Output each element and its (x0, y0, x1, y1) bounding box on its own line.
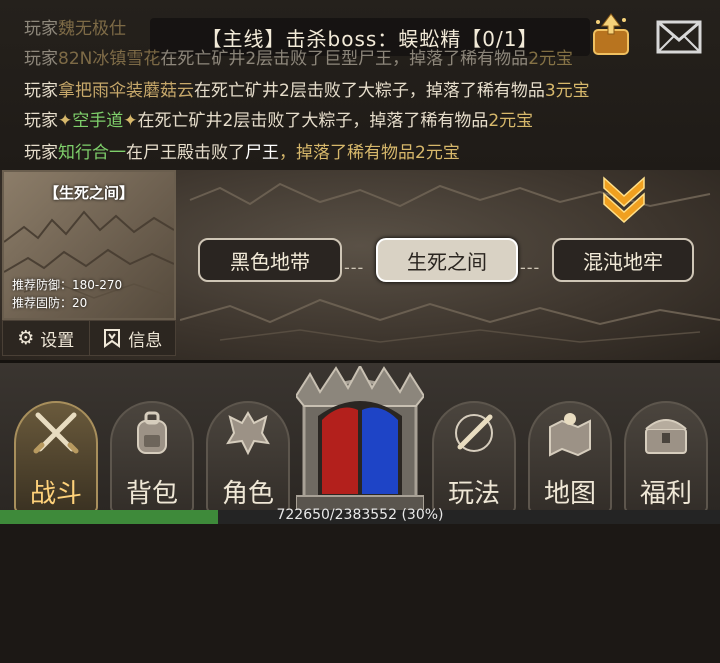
map-name: 【生死之间】 (43, 184, 134, 202)
chat-player-name: 知行合一 (58, 143, 126, 163)
nav-label: 福利 (639, 479, 692, 509)
map-node-black-zone[interactable]: 黑色地带 (198, 238, 342, 282)
sparkle-icon: ✦ (58, 111, 73, 131)
settings-button[interactable]: ⚙ 设置 (3, 321, 89, 355)
nav-label: 角色 (221, 479, 274, 509)
recommended-fixed-defense: 推荐固防：20 (12, 296, 88, 310)
chat-line: 玩家知行合一在尸王殿击败了尸王，掉落了稀有物品2元宝 (24, 138, 460, 163)
nav-welfare[interactable]: 福利 (624, 401, 708, 513)
chat-message: 在死亡矿井2层击败了巨型尸王，掉落了稀有物品 (160, 49, 529, 69)
recommended-defense: 推荐防御：180-270 (12, 278, 123, 292)
chat-prefix: 玩家 (24, 81, 58, 101)
chat-message: 在死亡矿井2层击败了大粽子，掉落了稀有物品 (194, 81, 545, 101)
chat-prefix: 玩家 (24, 49, 58, 69)
path-connector: --- (344, 258, 365, 277)
sword-slash-icon (455, 414, 493, 452)
nav-label: 玩法 (447, 479, 500, 509)
chat-log: 玩家魏无极仕 【主线】击杀boss：蜈蚣精【0/1】 玩家82N冰镇雪花在死亡矿… (0, 0, 720, 170)
nav-character[interactable]: 角色 (206, 401, 290, 513)
chat-message: 在尸王殿击败了 (126, 143, 245, 163)
backpack-icon (137, 411, 167, 454)
map-node-label: 黑色地带 (230, 249, 310, 274)
map-node-label: 混沌地牢 (583, 249, 663, 274)
chat-reward: 3元宝 (544, 81, 590, 101)
gear-icon: ⚙ (17, 327, 35, 349)
experience-text: 722650/2383552 (30%) (276, 507, 444, 523)
nav-map[interactable]: 地图 (528, 401, 612, 513)
nav-gameplay[interactable]: 玩法 (432, 401, 516, 513)
banner-icon (104, 329, 121, 348)
info-button[interactable]: 信息 (88, 321, 176, 355)
map-actions: ⚙ 设置 信息 (2, 320, 176, 356)
chat-player-name: 拿把雨伞装蘑菇云 (58, 81, 194, 101)
mail-icon[interactable] (656, 20, 702, 54)
path-connector: --- (520, 258, 541, 277)
portal-gate-icon[interactable] (296, 366, 424, 512)
rank-up-icon[interactable] (590, 12, 632, 58)
map-node-label: 生死之间 (407, 249, 487, 274)
map-node-chaos-dungeon[interactable]: 混沌地牢 (552, 238, 694, 282)
chat-line: 玩家魏无极仕 (24, 14, 126, 39)
settings-label: 设置 (40, 330, 75, 351)
nav-battle[interactable]: 战斗 (14, 401, 98, 513)
chat-player-name: 空手道 (72, 111, 124, 131)
chat-prefix: 玩家 (24, 143, 58, 163)
info-label: 信息 (128, 330, 163, 351)
nav-label: 背包 (125, 479, 178, 509)
chevron-down-icon[interactable] (598, 174, 650, 226)
chat-reward: 2元宝 (528, 49, 574, 69)
chat-line: 玩家✦空手道✦在死亡矿井2层击败了大粽子，掉落了稀有物品2元宝 (24, 106, 533, 131)
chat-player-name: 82N冰镇雪花 (58, 49, 161, 69)
chat-line: 玩家拿把雨伞装蘑菇云在死亡矿井2层击败了大粽子，掉落了稀有物品3元宝 (24, 76, 590, 101)
chat-reward: ，掉落了稀有物品2元宝 (279, 143, 460, 163)
chat-reward: 2元宝 (488, 111, 534, 131)
chat-prefix: 玩家 (24, 111, 58, 131)
helmet-icon (226, 411, 270, 456)
experience-bar: 722650/2383552 (30%) (0, 507, 720, 524)
sparkle-icon: ✦ (123, 111, 138, 131)
map-thumbnail[interactable]: 【生死之间】 推荐防御：180-270 推荐固防：20 (2, 170, 176, 320)
treasure-chest-icon (645, 419, 687, 454)
map-node-life-death[interactable]: 生死之间 (376, 238, 518, 282)
map-pin-icon (549, 413, 591, 457)
empty-area (0, 524, 720, 663)
chat-item: 尸王 (245, 143, 279, 163)
nav-label: 地图 (543, 479, 596, 509)
map-panel: 【生死之间】 推荐防御：180-270 推荐固防：20 ⚙ 设置 信息 黑色地带… (0, 170, 720, 360)
nav-backpack[interactable]: 背包 (110, 401, 194, 513)
chat-message: 在死亡矿井2层击败了大粽子，掉落了稀有物品 (137, 111, 489, 131)
chat-player-name: 魏无极仕 (58, 19, 126, 39)
chat-prefix: 玩家 (24, 19, 58, 39)
nav-label: 战斗 (29, 479, 82, 509)
crossed-swords-icon (33, 412, 79, 454)
chat-line: 玩家82N冰镇雪花在死亡矿井2层击败了巨型尸王，掉落了稀有物品2元宝 (24, 44, 573, 69)
